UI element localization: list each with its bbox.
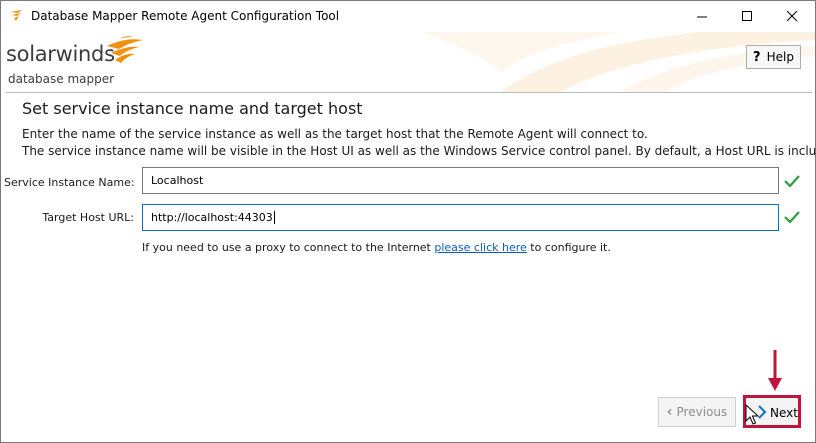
chevron-right-icon xyxy=(758,405,767,419)
question-mark-icon: ? xyxy=(753,49,761,65)
window-title: Database Mapper Remote Agent Configurati… xyxy=(31,9,340,23)
service-instance-value: Localhost xyxy=(151,174,204,187)
service-instance-label: Service Instance Name: xyxy=(4,176,135,189)
valid-check-icon xyxy=(784,211,800,223)
minimize-button[interactable] xyxy=(680,1,725,32)
annotation-arrow-icon xyxy=(768,350,782,391)
target-host-input[interactable]: http://localhost:44303 xyxy=(142,204,779,231)
solarwinds-logo-flame-icon xyxy=(107,36,143,63)
product-name: database mapper xyxy=(8,72,115,86)
proxy-text-after: to configure it. xyxy=(526,241,611,254)
title-bar: Database Mapper Remote Agent Configurati… xyxy=(1,1,815,32)
close-icon xyxy=(787,11,798,22)
mouse-cursor-icon xyxy=(745,404,759,425)
solarwinds-flame-icon xyxy=(10,10,22,21)
target-host-label: Target Host URL: xyxy=(42,211,134,224)
help-label: Help xyxy=(766,50,794,64)
page-title: Set service instance name and target hos… xyxy=(22,99,363,118)
chevron-left-icon: ‹ xyxy=(666,404,673,420)
proxy-settings-link[interactable]: please click here xyxy=(434,241,526,254)
description-line-2: The service instance name will be visibl… xyxy=(22,144,816,158)
next-label: Next xyxy=(770,406,798,420)
solarwinds-logo-text: solarwinds xyxy=(6,42,115,66)
minimize-icon xyxy=(697,16,707,18)
proxy-hint: If you need to use a proxy to connect to… xyxy=(142,241,611,254)
header-divider xyxy=(6,92,812,93)
description-line-1: Enter the name of the service instance a… xyxy=(22,127,648,141)
help-button[interactable]: ? Help xyxy=(746,45,801,69)
header-banner: solarwinds database mapper ? Help xyxy=(1,32,815,92)
valid-check-icon xyxy=(784,175,800,187)
maximize-icon xyxy=(742,11,752,21)
text-caret xyxy=(273,211,275,224)
proxy-text-before: If you need to use a proxy to connect to… xyxy=(142,241,435,254)
target-host-value: http://localhost:44303 xyxy=(151,211,273,224)
close-button[interactable] xyxy=(770,1,815,32)
previous-label: Previous xyxy=(676,405,728,419)
previous-button[interactable]: ‹ Previous xyxy=(658,397,736,427)
maximize-button[interactable] xyxy=(725,1,770,32)
service-instance-input[interactable]: Localhost xyxy=(142,167,779,194)
configuration-window: Database Mapper Remote Agent Configurati… xyxy=(0,0,816,443)
